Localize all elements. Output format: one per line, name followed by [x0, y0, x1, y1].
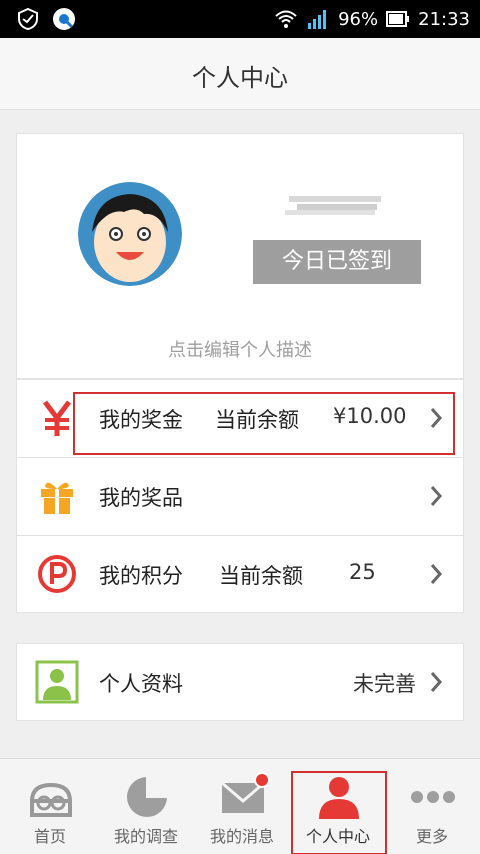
points-balance-value: 25	[349, 560, 376, 584]
prizes-label: 我的奖品	[99, 486, 183, 510]
account-menu: 我的奖金 当前余额 ¥10.00 我的奖品 我的积分 当前余额 25	[16, 379, 464, 613]
bonus-highlight-box	[73, 392, 455, 455]
page-title: 个人中心	[192, 64, 288, 92]
signin-button[interactable]: 今日已签到	[253, 240, 421, 284]
gift-icon	[41, 482, 73, 514]
menu-item-bonus[interactable]: 我的奖金 当前余额 ¥10.00	[17, 379, 463, 457]
edit-description-link[interactable]: 点击编辑个人描述	[17, 336, 463, 362]
unread-badge	[254, 772, 270, 788]
tab-label: 首页	[33, 827, 66, 846]
q-app-icon	[53, 8, 75, 30]
points-label: 我的积分	[99, 564, 183, 588]
tab-surveys[interactable]: 我的调查	[98, 759, 194, 854]
tab-more[interactable]: 更多	[384, 759, 480, 854]
chevron-right-icon	[430, 564, 443, 584]
person-card-icon	[35, 660, 79, 704]
points-balance-label: 当前余额	[219, 564, 303, 588]
tab-label: 我的调查	[113, 827, 178, 846]
personal-info-status: 未完善	[353, 672, 416, 696]
tab-messages[interactable]: 我的消息	[194, 759, 290, 854]
menu-item-points[interactable]: 我的积分 当前余额 25	[17, 535, 463, 613]
tab-label: 我的消息	[209, 827, 274, 846]
wifi-icon	[275, 10, 297, 28]
more-dots-icon	[411, 791, 455, 803]
tab-label: 更多	[415, 827, 448, 846]
profile-tab-highlight-box	[291, 771, 387, 854]
personal-info-section: 个人资料 未完善	[16, 643, 464, 721]
status-bar: 96% 21:33	[0, 0, 480, 38]
signal-icon	[308, 10, 327, 29]
points-p-icon	[38, 555, 76, 593]
chevron-right-icon	[430, 486, 443, 506]
avatar[interactable]	[78, 182, 182, 286]
yen-icon	[43, 400, 71, 436]
username-redacted	[285, 196, 381, 215]
menu-item-personal-info[interactable]: 个人资料 未完善	[17, 644, 463, 722]
battery-percentage: 96%	[338, 8, 379, 30]
battery-icon	[386, 11, 410, 27]
survey-pie-icon	[127, 775, 169, 817]
title-bar: 个人中心	[0, 38, 480, 110]
menu-item-prizes[interactable]: 我的奖品	[17, 457, 463, 535]
personal-info-label: 个人资料	[99, 672, 183, 696]
chevron-right-icon	[430, 672, 443, 692]
tab-home[interactable]: 首页	[2, 759, 98, 854]
profile-card: 今日已签到 点击编辑个人描述	[16, 133, 464, 379]
clock: 21:33	[418, 8, 470, 30]
home-icon	[30, 782, 72, 817]
bottom-tab-bar: 首页 我的调查 我的消息 个人中心 更多	[0, 758, 480, 854]
shield-check-icon	[18, 7, 38, 31]
